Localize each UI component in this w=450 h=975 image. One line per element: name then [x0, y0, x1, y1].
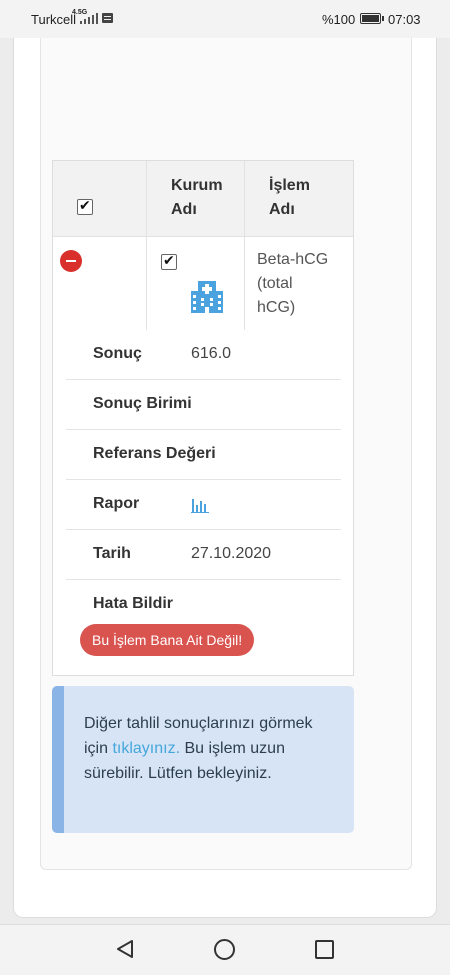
header-institution: Kurum Adı	[147, 161, 245, 236]
not-my-procedure-button[interactable]: Bu İşlem Bana Ait Değil!	[80, 624, 255, 656]
report-error-label: Hata Bildir	[93, 595, 174, 612]
date-value: 27.10.2020	[191, 545, 272, 562]
navigation-bar	[0, 924, 450, 975]
detail-row-result: Sonuç 616.0	[66, 330, 341, 380]
header-procedure: İşlem Adı	[269, 177, 310, 218]
table-header: Kurum Adı İşlem Adı	[53, 161, 353, 237]
status-bar: Turkcell 4.5G %100 07:03	[0, 0, 450, 38]
signal-icon	[80, 12, 98, 24]
table-row: Beta-hCG (total hCG)	[53, 237, 353, 331]
detail-row-unit: Sonuç Birimi	[66, 380, 341, 430]
battery-percent: %100	[322, 12, 356, 27]
results-table: Kurum Adı İşlem Adı	[52, 160, 354, 332]
procedure-name: Beta-hCG (total hCG)	[257, 251, 329, 316]
battery-icon	[360, 13, 381, 24]
info-alert: Diğer tahlil sonuçlarınızı görmek için t…	[52, 686, 354, 833]
back-icon[interactable]	[116, 939, 134, 959]
carrier-label: Turkcell	[31, 12, 77, 27]
detail-row-report: Rapor	[66, 480, 341, 530]
detail-row-date: Tarih 27.10.2020	[66, 530, 341, 580]
hospital-icon	[191, 281, 223, 313]
home-icon[interactable]	[214, 939, 235, 960]
notification-icon	[102, 13, 113, 23]
recent-apps-icon[interactable]	[315, 940, 334, 959]
page-card: Kurum Adı İşlem Adı	[13, 38, 437, 918]
row-checkbox[interactable]	[161, 252, 177, 270]
select-all-checkbox[interactable]	[77, 197, 93, 215]
detail-row-reference: Referans Değeri	[66, 430, 341, 480]
result-details: Sonuç 616.0 Sonuç Birimi Referans Değeri…	[52, 330, 354, 676]
bar-chart-icon[interactable]	[191, 497, 209, 513]
click-here-link[interactable]: tıklayınız.	[112, 740, 180, 757]
clock: 07:03	[388, 12, 421, 27]
select-all-cell	[53, 161, 147, 236]
collapse-row-icon[interactable]	[60, 250, 82, 272]
result-value: 616.0	[191, 345, 232, 362]
